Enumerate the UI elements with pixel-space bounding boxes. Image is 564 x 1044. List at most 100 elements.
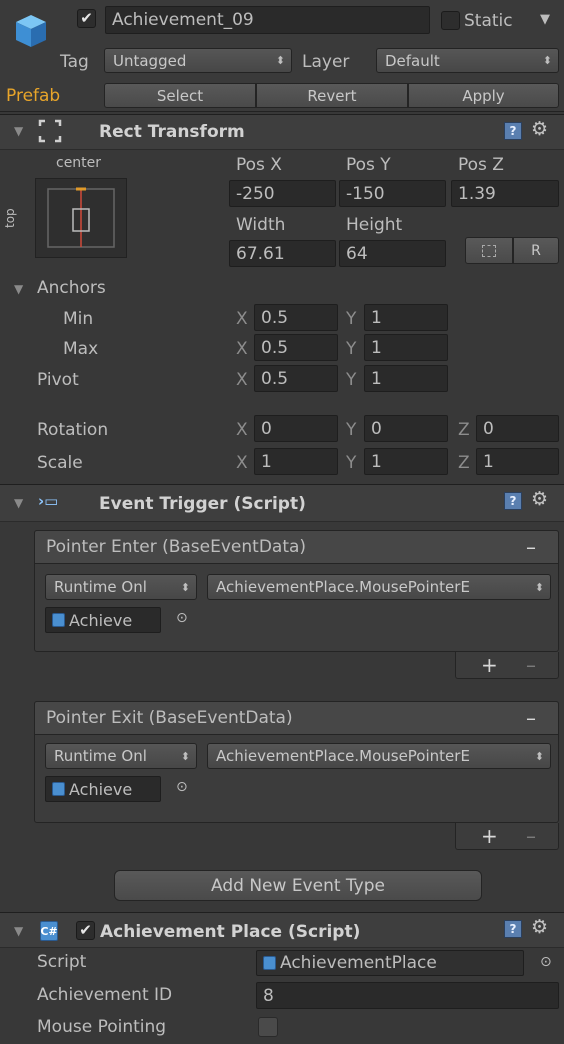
event-footer bbox=[455, 823, 559, 850]
axis-y-label: Y bbox=[346, 309, 357, 329]
gear-icon[interactable]: ⚙ bbox=[531, 490, 548, 509]
anchor-min-x-field[interactable]: 0.5 bbox=[254, 304, 338, 331]
runtime-value: Runtime Onl bbox=[54, 578, 147, 596]
runtime-dropdown[interactable]: Runtime Onl ⬍ bbox=[45, 743, 197, 769]
rotation-y-field[interactable]: 0 bbox=[364, 415, 448, 442]
cube-icon bbox=[12, 12, 50, 50]
achievement-id-field[interactable]: 8 bbox=[256, 982, 559, 1009]
foldout-arrow-icon[interactable]: ▼ bbox=[14, 124, 23, 138]
anchor-min-y-field[interactable]: 1 bbox=[364, 304, 448, 331]
function-dropdown[interactable]: AchievementPlace.MousePointerE ⬍ bbox=[207, 574, 551, 600]
pivot-y-field[interactable]: 1 bbox=[364, 365, 448, 392]
pos-z-field[interactable]: 1.39 bbox=[451, 180, 559, 207]
prefab-revert-button[interactable]: Revert bbox=[256, 83, 408, 108]
axis-x-label: X bbox=[236, 420, 248, 440]
tag-dropdown[interactable]: Untagged ⬍ bbox=[104, 48, 292, 73]
name-field[interactable]: Achievement_09 bbox=[105, 6, 430, 34]
axis-y-label: Y bbox=[346, 453, 357, 473]
script-value: AchievementPlace bbox=[280, 953, 437, 973]
static-checkbox[interactable] bbox=[441, 11, 460, 30]
add-listener-button[interactable]: + bbox=[481, 826, 498, 846]
anchor-preset-button[interactable] bbox=[35, 178, 127, 258]
layer-dropdown[interactable]: Default ⬍ bbox=[376, 48, 559, 73]
component-enabled-checkbox[interactable]: ✔ bbox=[76, 921, 95, 940]
blueprint-mode-button[interactable] bbox=[465, 237, 513, 264]
help-icon[interactable]: ? bbox=[504, 492, 522, 510]
anchor-preset-h-label: center bbox=[56, 155, 102, 171]
target-icon[interactable]: ⊙ bbox=[176, 780, 188, 794]
help-icon[interactable]: ? bbox=[504, 920, 522, 938]
pos-x-field[interactable]: -250 bbox=[229, 180, 336, 207]
target-object-value: Achieve bbox=[69, 610, 133, 630]
event-title: Pointer Enter (BaseEventData) bbox=[46, 537, 307, 557]
add-listener-button[interactable]: + bbox=[481, 655, 498, 675]
axis-x-label: X bbox=[236, 339, 248, 359]
static-dropdown-arrow-icon[interactable]: ▼ bbox=[540, 13, 550, 26]
axis-x-label: X bbox=[236, 309, 248, 329]
prefab-apply-button[interactable]: Apply bbox=[408, 83, 559, 108]
layer-label: Layer bbox=[302, 52, 350, 72]
function-value: AchievementPlace.MousePointerE bbox=[216, 747, 470, 765]
rotation-z-field[interactable]: 0 bbox=[476, 415, 559, 442]
scale-x-field[interactable]: 1 bbox=[254, 448, 338, 475]
function-dropdown[interactable]: AchievementPlace.MousePointerE ⬍ bbox=[207, 743, 551, 769]
script-asset-icon bbox=[263, 956, 276, 970]
rect-transform-header[interactable] bbox=[0, 114, 564, 150]
dropdown-arrow-icon: ⬍ bbox=[534, 580, 544, 594]
script-icon: ›▭ bbox=[38, 492, 59, 510]
rotation-label: Rotation bbox=[37, 420, 109, 440]
script-asset-icon bbox=[52, 782, 65, 796]
anchor-max-y-field[interactable]: 1 bbox=[364, 334, 448, 361]
event-footer bbox=[455, 652, 559, 679]
script-field[interactable]: AchievementPlace bbox=[256, 950, 524, 976]
scale-z-field[interactable]: 1 bbox=[476, 448, 559, 475]
scale-y-field[interactable]: 1 bbox=[364, 448, 448, 475]
rotation-x-field[interactable]: 0 bbox=[254, 415, 338, 442]
axis-z-label: Z bbox=[458, 453, 470, 473]
target-object-value: Achieve bbox=[69, 779, 133, 799]
prefab-select-button[interactable]: Select bbox=[104, 83, 256, 108]
event-title: Pointer Exit (BaseEventData) bbox=[46, 708, 293, 728]
pos-y-field[interactable]: -150 bbox=[339, 180, 446, 207]
remove-event-button[interactable]: – bbox=[526, 708, 536, 728]
width-field[interactable]: 67.61 bbox=[229, 240, 336, 267]
foldout-arrow-icon[interactable]: ▼ bbox=[14, 496, 23, 510]
target-icon[interactable]: ⊙ bbox=[176, 611, 188, 625]
prefab-label: Prefab bbox=[6, 86, 61, 106]
remove-listener-button[interactable]: – bbox=[526, 826, 536, 846]
anchors-label[interactable]: Anchors bbox=[37, 280, 106, 297]
pivot-label: Pivot bbox=[37, 370, 79, 390]
height-field[interactable]: 64 bbox=[339, 240, 446, 267]
target-icon[interactable]: ⊙ bbox=[540, 955, 552, 969]
remove-event-button[interactable]: – bbox=[526, 537, 536, 557]
dropdown-arrow-icon: ⬍ bbox=[534, 749, 544, 763]
active-checkbox[interactable]: ✔ bbox=[77, 9, 96, 28]
runtime-dropdown[interactable]: Runtime Onl ⬍ bbox=[45, 574, 197, 600]
target-object-field[interactable]: Achieve bbox=[45, 607, 161, 633]
raw-edit-button[interactable]: R bbox=[513, 237, 559, 264]
pivot-x-field[interactable]: 0.5 bbox=[254, 365, 338, 392]
height-label: Height bbox=[346, 215, 403, 235]
remove-listener-button[interactable]: – bbox=[526, 655, 536, 675]
axis-y-label: Y bbox=[346, 370, 357, 390]
static-label[interactable]: Static bbox=[464, 13, 513, 30]
anchors-foldout-icon[interactable]: ▼ bbox=[14, 282, 23, 296]
help-icon[interactable]: ? bbox=[504, 122, 522, 140]
pos-x-label: Pos X bbox=[236, 155, 282, 175]
script-label: Script bbox=[37, 952, 87, 972]
rect-transform-title: Rect Transform bbox=[99, 122, 245, 142]
mouse-pointing-checkbox[interactable] bbox=[258, 1017, 278, 1037]
anchor-max-x-field[interactable]: 0.5 bbox=[254, 334, 338, 361]
add-new-event-type-button[interactable]: Add New Event Type bbox=[114, 870, 482, 901]
script-asset-icon bbox=[52, 613, 65, 627]
gear-icon[interactable]: ⚙ bbox=[531, 918, 548, 937]
achievement-id-label: Achievement ID bbox=[37, 985, 173, 1005]
runtime-value: Runtime Onl bbox=[54, 747, 147, 765]
dropdown-arrow-icon: ⬍ bbox=[180, 749, 190, 763]
achievement-place-title: Achievement Place (Script) bbox=[100, 922, 361, 942]
target-object-field[interactable]: Achieve bbox=[45, 776, 161, 802]
gear-icon[interactable]: ⚙ bbox=[531, 120, 548, 139]
foldout-arrow-icon[interactable]: ▼ bbox=[14, 924, 23, 938]
dropdown-arrow-icon: ⬍ bbox=[275, 54, 285, 67]
tag-label: Tag bbox=[60, 52, 89, 72]
